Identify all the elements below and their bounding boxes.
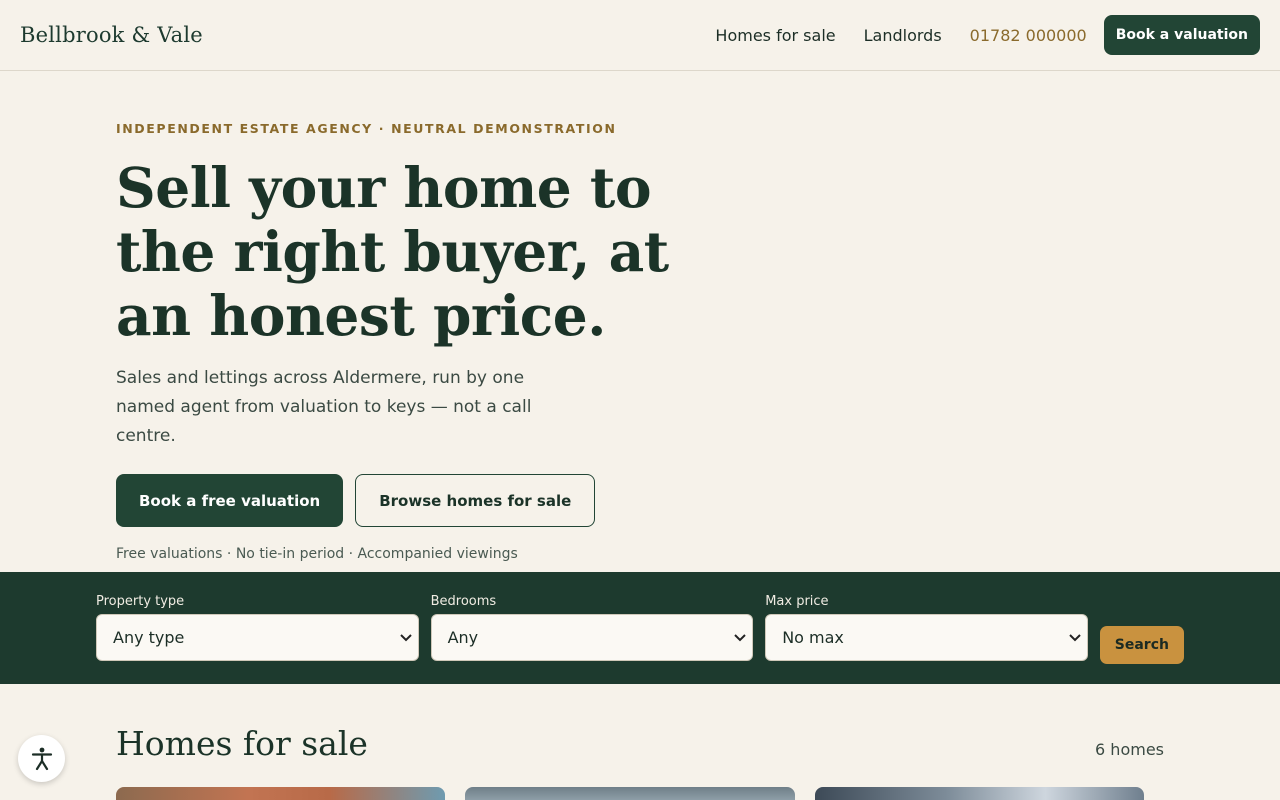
max-price-value: No max bbox=[782, 628, 844, 647]
property-type-field: Property type Any type bbox=[96, 594, 419, 661]
property-type-select[interactable]: Any type bbox=[96, 614, 419, 661]
nav-landlords[interactable]: Landlords bbox=[864, 26, 942, 45]
property-search-bar: Property type Any type Bedrooms Any Max … bbox=[0, 572, 1280, 684]
listings-section: Homes for sale 6 homes bbox=[0, 684, 1280, 800]
bedrooms-label: Bedrooms bbox=[430, 594, 497, 609]
hero-section: INDEPENDENT ESTATE AGENCY · NEUTRAL DEMO… bbox=[0, 71, 1280, 572]
listings-count: 6 homes bbox=[1095, 740, 1164, 759]
site-header: Bellbrook & Vale Homes for sale Landlord… bbox=[0, 0, 1280, 71]
brand-logo[interactable]: Bellbrook & Vale bbox=[20, 23, 203, 47]
listing-cards bbox=[116, 787, 1164, 800]
hero-cta-row: Book a free valuation Browse homes for s… bbox=[116, 474, 1164, 527]
max-price-label: Max price bbox=[765, 594, 829, 609]
search-button[interactable]: Search bbox=[1099, 626, 1184, 664]
bedrooms-field: Bedrooms Any bbox=[430, 594, 754, 661]
hero-eyebrow: INDEPENDENT ESTATE AGENCY · NEUTRAL DEMO… bbox=[116, 121, 617, 136]
chevron-down-icon bbox=[1069, 633, 1081, 641]
book-free-valuation-button[interactable]: Book a free valuation bbox=[116, 474, 344, 527]
nav-homes-for-sale[interactable]: Homes for sale bbox=[715, 26, 835, 45]
listings-title: Homes for sale bbox=[116, 724, 368, 763]
max-price-select[interactable]: No max bbox=[765, 614, 1088, 661]
chevron-down-icon bbox=[734, 633, 746, 641]
max-price-field: Max price No max bbox=[765, 594, 1088, 661]
main-nav: Homes for sale Landlords 01782 000000 Bo… bbox=[687, 15, 1260, 55]
bedrooms-select[interactable]: Any bbox=[430, 614, 754, 661]
accessibility-icon bbox=[31, 747, 52, 770]
property-type-value: Any type bbox=[113, 628, 185, 647]
trust-line: Free valuations · No tie-in period · Acc… bbox=[116, 546, 518, 562]
browse-homes-button[interactable]: Browse homes for sale bbox=[355, 474, 596, 527]
chevron-down-icon bbox=[399, 633, 412, 641]
listing-card-image[interactable] bbox=[814, 787, 1144, 800]
listing-card-image[interactable] bbox=[465, 787, 795, 800]
book-valuation-button[interactable]: Book a valuation bbox=[1103, 15, 1260, 55]
property-type-label: Property type bbox=[96, 594, 185, 609]
listing-card-image[interactable] bbox=[116, 787, 446, 800]
phone-link[interactable]: 01782 000000 bbox=[970, 26, 1087, 45]
listings-header: Homes for sale 6 homes bbox=[116, 724, 1164, 763]
hero-lead: Sales and lettings across Aldermere, run… bbox=[116, 368, 532, 446]
hero-title: Sell your home to the right buyer, at an… bbox=[116, 155, 669, 348]
bedrooms-value: Any bbox=[447, 628, 479, 647]
accessibility-button[interactable] bbox=[18, 735, 65, 782]
